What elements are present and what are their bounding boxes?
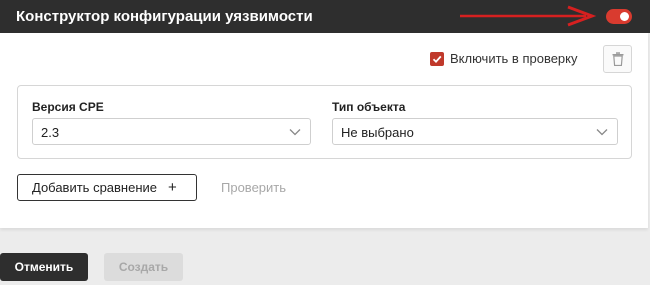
dialog-title: Конструктор конфигурации уязвимости bbox=[16, 8, 313, 25]
add-comparison-label: Добавить сравнение bbox=[32, 180, 158, 195]
check-button[interactable]: Проверить bbox=[221, 180, 286, 195]
trash-icon bbox=[612, 52, 623, 66]
chevron-down-icon bbox=[596, 129, 608, 136]
chevron-down-icon bbox=[289, 129, 301, 136]
plus-icon: + bbox=[168, 179, 177, 196]
object-type-select[interactable]: Не выбрано bbox=[332, 118, 618, 145]
cancel-button[interactable]: Отменить bbox=[0, 253, 88, 281]
cpe-version-value: 2.3 bbox=[41, 125, 60, 140]
object-type-value: Не выбрано bbox=[341, 125, 414, 140]
enable-toggle[interactable] bbox=[606, 9, 632, 24]
annotation-arrow-icon bbox=[460, 5, 597, 27]
dialog-header: Конструктор конфигурации уязвимости bbox=[0, 0, 650, 33]
include-in-check-checkbox[interactable]: Включить в проверку bbox=[430, 51, 578, 66]
cpe-version-select[interactable]: 2.3 bbox=[32, 118, 311, 145]
toggle-knob bbox=[620, 12, 629, 21]
object-type-label: Тип объекта bbox=[332, 100, 406, 114]
cpe-version-label: Версия CPE bbox=[32, 100, 104, 114]
checkbox-checked-icon[interactable] bbox=[430, 51, 444, 66]
delete-button[interactable] bbox=[603, 45, 632, 73]
comparison-group: Версия CPE 2.3 Тип объекта Не выбрано bbox=[17, 85, 632, 159]
config-panel: Включить в проверку Версия CPE 2.3 Тип о… bbox=[0, 33, 648, 228]
create-button[interactable]: Создать bbox=[104, 253, 183, 281]
include-in-check-label: Включить в проверку bbox=[450, 51, 578, 66]
add-comparison-button[interactable]: Добавить сравнение + bbox=[17, 174, 197, 201]
